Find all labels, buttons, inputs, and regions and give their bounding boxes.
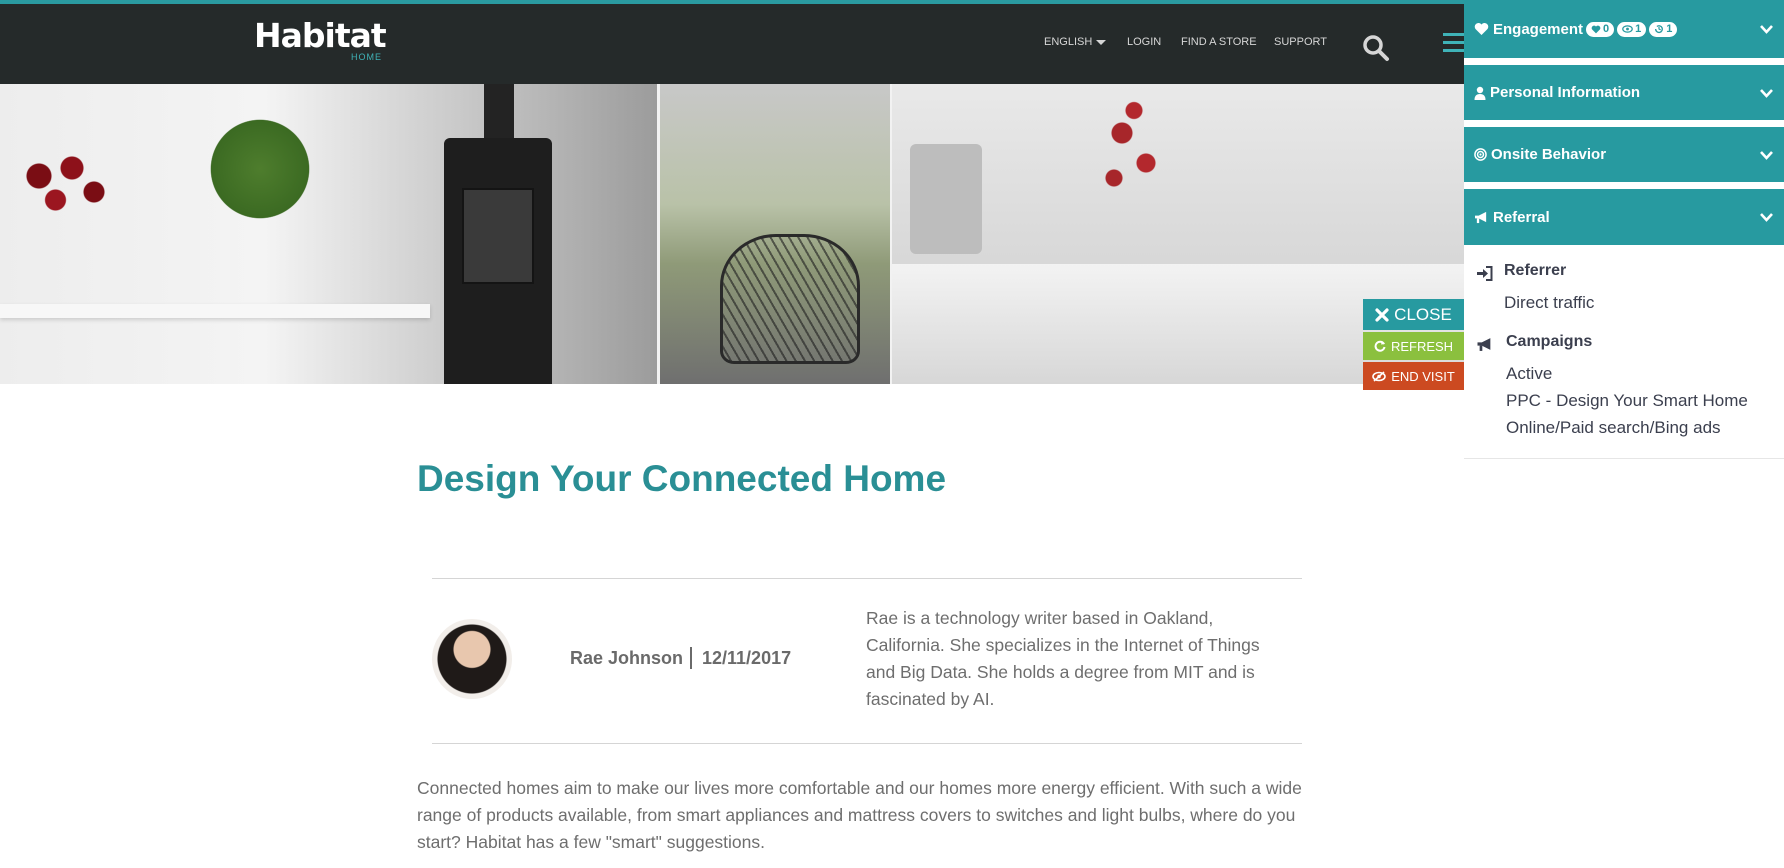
- heart-icon: [1591, 25, 1601, 33]
- publish-date: 12/11/2017: [702, 648, 792, 668]
- history-icon: [1655, 25, 1664, 34]
- habitat-logo[interactable]: Habitat HOME: [254, 16, 387, 63]
- sign-in-icon: [1477, 266, 1493, 281]
- hero-dining-table: [0, 304, 430, 318]
- user-icon: [1474, 86, 1486, 100]
- hero-stove-pipe: [484, 84, 514, 140]
- author-divider-top: [432, 578, 1302, 579]
- logo-text: Habitat: [254, 16, 387, 55]
- hero-red-plant: [1090, 88, 1170, 238]
- hero-coffee-machine: [910, 144, 982, 254]
- refresh-button[interactable]: REFRESH: [1363, 332, 1464, 360]
- author-name[interactable]: Rae Johnson: [570, 648, 683, 669]
- eye-slash-icon: [1372, 370, 1387, 382]
- site-header: Habitat HOME ENGLISH LOGIN FIND A STORE …: [0, 4, 1464, 84]
- engagement-section-header[interactable]: Engagement 0 1 1: [1464, 0, 1784, 58]
- bullhorn-icon: [1475, 211, 1487, 223]
- campaign-title: Design Your Smart Home: [1556, 391, 1748, 410]
- campaign-type-prefix: PPC -: [1506, 391, 1557, 410]
- referral-label: Referral: [1493, 208, 1550, 226]
- onsite-behavior-section-header[interactable]: Onsite Behavior: [1464, 127, 1784, 182]
- end-visit-button[interactable]: END VISIT: [1363, 362, 1464, 390]
- eye-icon: [1622, 25, 1633, 33]
- section-gap: [1464, 182, 1784, 189]
- personal-information-section-header[interactable]: Personal Information: [1464, 65, 1784, 120]
- author-avatar: [432, 619, 512, 699]
- refresh-label: REFRESH: [1390, 338, 1454, 354]
- engagement-label: Engagement: [1493, 20, 1584, 38]
- onsite-behavior-label: Onsite Behavior: [1491, 146, 1607, 163]
- nav-find-a-store[interactable]: FIND A STORE: [1181, 36, 1257, 48]
- menu-icon[interactable]: [1443, 33, 1464, 55]
- referrer-value: Direct traffic: [1504, 293, 1595, 312]
- author-date-separator: [690, 647, 692, 669]
- caret-down-icon: [1096, 39, 1107, 45]
- panel-bottom-divider: [1464, 458, 1784, 459]
- times-icon: [1375, 307, 1389, 322]
- language-selector[interactable]: ENGLISH: [1044, 36, 1107, 48]
- hero-stove-window: [462, 188, 534, 284]
- target-icon: [1474, 148, 1487, 161]
- author-bio: Rae is a technology writer based in Oakl…: [866, 608, 1260, 709]
- bullhorn-icon: [1477, 338, 1491, 351]
- chevron-down-icon: [1760, 25, 1773, 34]
- nav-support[interactable]: SUPPORT: [1274, 36, 1327, 48]
- hero-dining-panel: [0, 84, 660, 384]
- nav-login[interactable]: LOGIN: [1127, 36, 1161, 48]
- history-count: 1: [1666, 23, 1673, 35]
- chevron-down-icon: [1760, 150, 1773, 160]
- section-gap: [1464, 120, 1784, 127]
- campaign-name: PPC - Design Your Smart Home: [1506, 391, 1748, 411]
- referrer-label: Referrer: [1504, 262, 1567, 279]
- logo-subtext: HOME: [351, 52, 382, 62]
- personal-information-label: Personal Information: [1490, 84, 1641, 101]
- referral-section-header[interactable]: Referral: [1464, 189, 1784, 245]
- close-button[interactable]: CLOSE: [1363, 299, 1464, 330]
- language-label: ENGLISH: [1044, 36, 1093, 48]
- views-count-badge: 1: [1617, 21, 1647, 37]
- section-gap: [1464, 58, 1784, 65]
- campaigns-label: Campaigns: [1506, 333, 1593, 350]
- chevron-down-icon: [1760, 88, 1773, 98]
- campaign-channel: Online/Paid search/Bing ads: [1506, 418, 1721, 437]
- likes-count-badge: 0: [1586, 21, 1615, 37]
- views-count: 1: [1635, 23, 1642, 35]
- author-divider-bottom: [432, 743, 1302, 744]
- hero-image: [0, 84, 1464, 384]
- end-visit-label: END VISIT: [1391, 368, 1455, 384]
- campaign-status: Active: [1506, 364, 1553, 383]
- hero-chair: [720, 234, 860, 364]
- hero-roses: [6, 144, 116, 224]
- likes-count: 0: [1603, 23, 1610, 35]
- search-icon[interactable]: [1362, 34, 1390, 62]
- refresh-icon: [1374, 340, 1386, 352]
- history-count-badge: 1: [1649, 21, 1678, 37]
- page-title: Design Your Connected Home: [417, 458, 947, 499]
- close-label: CLOSE: [1394, 304, 1452, 324]
- heart-icon: [1474, 23, 1489, 35]
- chevron-down-icon: [1760, 213, 1773, 222]
- hero-plant: [200, 114, 320, 224]
- visitor-profile-panel: Engagement 0 1 1 Personal Information On…: [1464, 0, 1784, 868]
- article-intro: Connected homes aim to make our lives mo…: [417, 778, 1302, 852]
